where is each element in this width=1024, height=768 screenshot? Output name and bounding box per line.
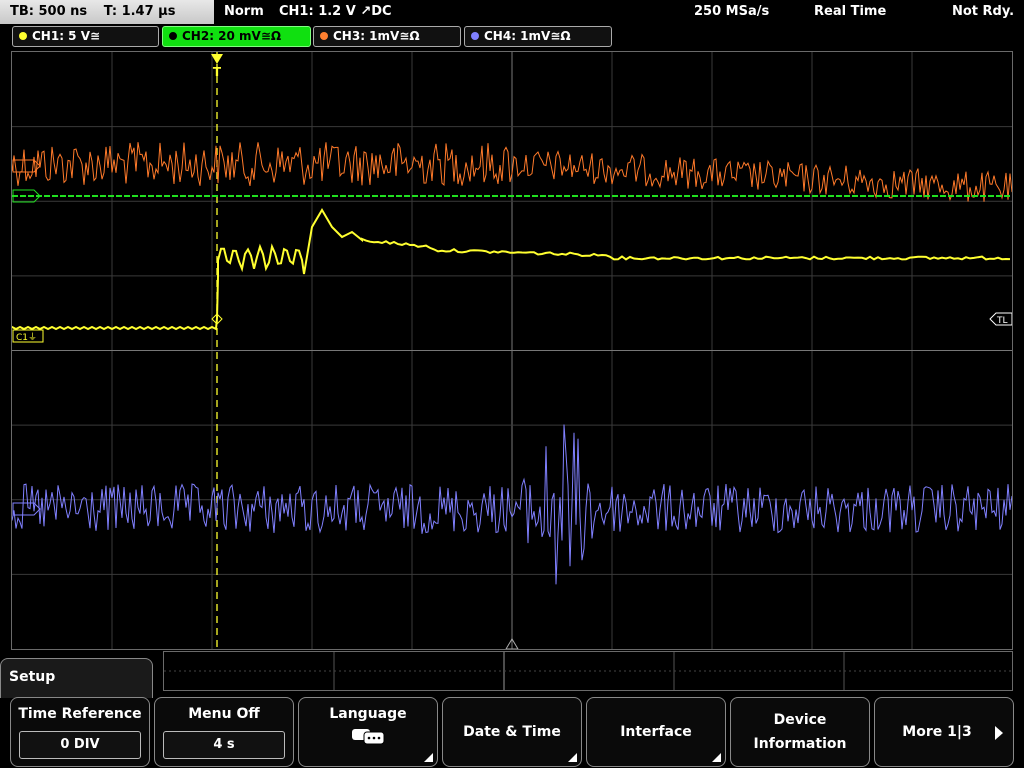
ch3-offset-marker bbox=[12, 159, 41, 173]
trigger-state: Not Rdy. bbox=[952, 4, 1015, 19]
ch3-label: CH3: 1mV≅Ω bbox=[333, 29, 420, 43]
ch3-dot-icon bbox=[320, 32, 328, 40]
ch4-dot-icon bbox=[471, 32, 479, 40]
submenu-indicator-icon bbox=[712, 753, 721, 762]
device-information-label-1: Device bbox=[773, 712, 827, 728]
trigger-level-label: TL bbox=[996, 316, 1008, 326]
device-information-label-2: Information bbox=[753, 736, 847, 752]
trigger-marker-icon bbox=[211, 54, 223, 64]
channel-tab-ch3[interactable]: CH3: 1mV≅Ω bbox=[313, 26, 461, 47]
ch1-dot-icon bbox=[19, 32, 27, 40]
submenu-indicator-icon bbox=[424, 753, 433, 762]
ch1-label: CH1: 5 V≅ bbox=[32, 29, 101, 43]
time-reference-value: 0 DIV bbox=[19, 731, 141, 759]
channel-tab-ch1[interactable]: CH1: 5 V≅ bbox=[12, 26, 159, 47]
grid-lines bbox=[12, 52, 1012, 649]
menu-off-value: 4 s bbox=[163, 731, 285, 759]
speech-bubble-icon bbox=[352, 729, 385, 745]
acquisition-mode: Real Time bbox=[814, 4, 887, 19]
menu-title-tab: Setup bbox=[0, 658, 153, 698]
timebase-box[interactable]: TB: 500 ns T: 1.47 µs bbox=[0, 0, 214, 24]
interface-button[interactable]: Interface bbox=[586, 697, 726, 767]
channel-tabs: CH1: 5 V≅ CH2: 20 mV≅Ω CH3: 1mV≅Ω CH4: 1… bbox=[0, 26, 1024, 48]
sample-rate: 250 MSa/s bbox=[694, 4, 770, 19]
ch1-ground-label: C1⏚ bbox=[16, 332, 37, 343]
more-label: More 1|3 bbox=[902, 724, 972, 740]
chevron-right-icon bbox=[995, 726, 1003, 740]
ch1-waveform bbox=[12, 208, 1011, 331]
language-button[interactable]: Language bbox=[298, 697, 438, 767]
zoom-grid-lines bbox=[164, 652, 1012, 690]
time-reference-label: Time Reference bbox=[18, 706, 142, 722]
menu-off-label: Menu Off bbox=[188, 706, 260, 722]
channel-tab-ch4[interactable]: CH4: 1mV≅Ω bbox=[464, 26, 612, 47]
device-information-button[interactable]: Device Information bbox=[730, 697, 870, 767]
language-label: Language bbox=[329, 706, 407, 722]
zoom-grid-area bbox=[163, 651, 1013, 691]
ch2-dot-icon bbox=[169, 32, 177, 40]
submenu-indicator-icon bbox=[568, 753, 577, 762]
status-bar: TB: 500 ns T: 1.47 µs Norm CH1: 1.2 V ↗D… bbox=[0, 0, 1024, 24]
date-time-label: Date & Time bbox=[463, 724, 561, 740]
ch4-offset-marker bbox=[12, 502, 41, 516]
timebase-label: TB: 500 ns bbox=[10, 4, 88, 19]
waveform-display[interactable]: T C1⏚ TL bbox=[11, 51, 1013, 650]
trigger-mode[interactable]: Norm bbox=[224, 0, 264, 24]
interface-label: Interface bbox=[620, 724, 692, 740]
time-reference-button[interactable]: Time Reference 0 DIV bbox=[10, 697, 150, 767]
ch2-label: CH2: 20 mV≅Ω bbox=[182, 29, 282, 43]
trigger-marker-label: T bbox=[213, 65, 222, 79]
trigger-time-label: T: 1.47 µs bbox=[103, 4, 176, 19]
more-button[interactable]: More 1|3 bbox=[874, 697, 1014, 767]
date-time-button[interactable]: Date & Time bbox=[442, 697, 582, 767]
menu-off-button[interactable]: Menu Off 4 s bbox=[154, 697, 294, 767]
ch4-label: CH4: 1mV≅Ω bbox=[484, 29, 571, 43]
waveform-canvas: T C1⏚ TL bbox=[12, 52, 1012, 649]
channel-tab-ch2[interactable]: CH2: 20 mV≅Ω bbox=[162, 26, 311, 47]
trigger-setting[interactable]: CH1: 1.2 V ↗DC bbox=[279, 0, 392, 24]
